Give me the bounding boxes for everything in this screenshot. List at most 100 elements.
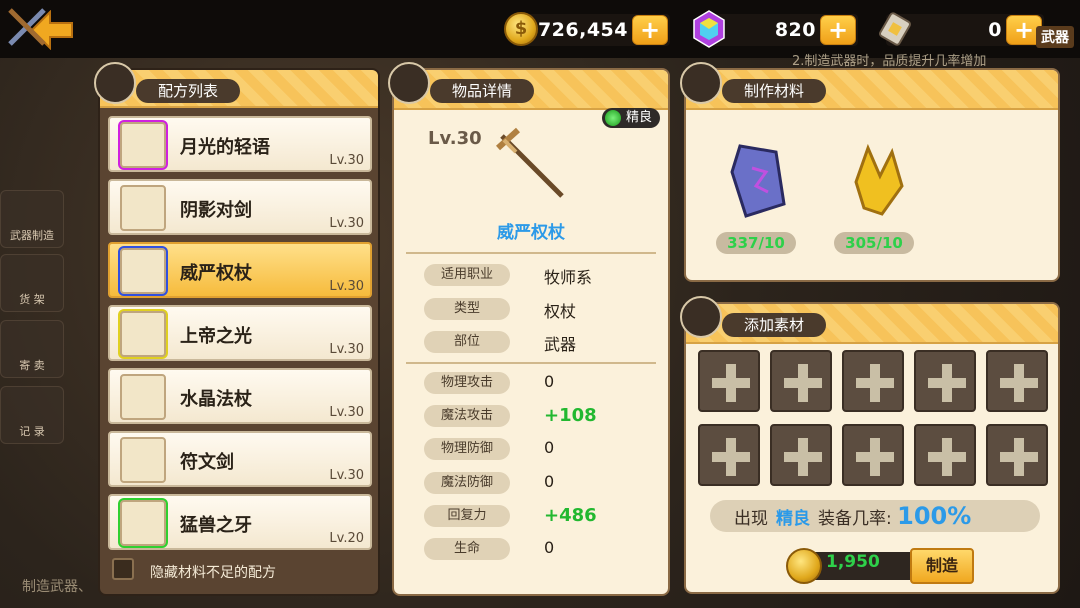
- stat-value: +108: [544, 405, 597, 426]
- stat-label: 魔法攻击: [424, 405, 510, 427]
- add-gem-button[interactable]: +: [820, 15, 856, 45]
- recipe-scroll-icon: [120, 185, 166, 231]
- add-slot[interactable]: [842, 424, 904, 486]
- recipe-level: Lv.30: [329, 279, 364, 294]
- panel-header: 制作材料: [680, 62, 1058, 110]
- quality-text: 精良: [625, 110, 652, 125]
- stat-value: +486: [544, 505, 597, 526]
- stat-label: 物理攻击: [424, 372, 510, 394]
- tab-consign[interactable]: 寄 卖: [0, 320, 64, 378]
- recipe-scroll-icon: [120, 248, 166, 294]
- recipe-name: 阴影对剑: [180, 200, 252, 221]
- add-slot[interactable]: [698, 424, 760, 486]
- scroll-ticket-icon: [879, 12, 911, 46]
- stat-value: 0: [544, 472, 555, 491]
- hide-insufficient-checkbox[interactable]: [112, 558, 134, 580]
- add-slot[interactable]: [770, 424, 832, 486]
- divider: [406, 362, 656, 364]
- recipe-scroll-icon: [120, 122, 166, 168]
- recipe-item-selected[interactable]: 威严权杖 Lv.30: [108, 242, 372, 298]
- add-slot[interactable]: [986, 350, 1048, 412]
- gold-crystal-icon[interactable]: [846, 142, 910, 222]
- stat-label: 生命: [424, 538, 510, 560]
- add-slot[interactable]: [698, 350, 760, 412]
- add-slot[interactable]: [770, 350, 832, 412]
- info-value: 武器: [544, 335, 577, 354]
- recipe-name: 上帝之光: [180, 326, 252, 347]
- recipe-name: 猛兽之牙: [180, 515, 252, 536]
- quality-rate-bar: 出现 精良 装备几率: 100%: [710, 500, 1040, 532]
- craft-button[interactable]: 制造: [910, 548, 974, 584]
- rate-mid: 装备几率:: [818, 509, 892, 529]
- recipe-item[interactable]: 符文剑 Lv.30: [108, 431, 372, 487]
- recipe-item[interactable]: 猛兽之牙 Lv.20: [108, 494, 372, 550]
- tab-label: 记 录: [19, 425, 45, 438]
- scroll-value: 0: [988, 19, 1002, 41]
- divider: [406, 252, 656, 254]
- quality-badge: 精良: [601, 108, 660, 128]
- gold-coin-icon: $: [504, 12, 538, 46]
- recipe-name: 威严权杖: [180, 263, 252, 284]
- potion-bag-icon: [388, 62, 430, 104]
- add-gold-button[interactable]: +: [632, 15, 668, 45]
- info-label: 类型: [424, 298, 510, 320]
- recipe-scroll-icon: [120, 437, 166, 483]
- tab-record[interactable]: 记 录: [0, 386, 64, 444]
- add-slot[interactable]: [914, 350, 976, 412]
- stat-value: 0: [544, 538, 555, 557]
- tab-label: 货 架: [19, 293, 45, 306]
- recipe-level: Lv.30: [329, 342, 364, 357]
- add-slot[interactable]: [914, 424, 976, 486]
- materials-panel: 制作材料 337/10 305/10: [680, 62, 1060, 282]
- rainbow-gem-icon: [693, 10, 725, 48]
- stat-value: 0: [544, 438, 555, 457]
- craft-price: 1,950: [826, 552, 880, 572]
- ore-icon: [680, 62, 722, 104]
- crossed-swords-icon: [8, 8, 46, 46]
- materials-panel-title: 制作材料: [722, 79, 827, 103]
- craft-row: 1,950 制造: [786, 548, 974, 586]
- recipe-list: 月光的轻语 Lv.30 阴影对剑 Lv.30 威严权杖 Lv.30 上帝之光 L…: [108, 116, 372, 557]
- recipe-item[interactable]: 月光的轻语 Lv.30: [108, 116, 372, 172]
- add-panel-title: 添加素材: [722, 313, 827, 337]
- material-count: 305/10: [834, 232, 914, 254]
- info-value: 权杖: [544, 302, 577, 321]
- stat-value: 0: [544, 372, 555, 391]
- tab-weapon-craft[interactable]: 武器制造: [0, 190, 64, 248]
- recipe-scroll-icon: [120, 500, 166, 546]
- recipe-item[interactable]: 阴影对剑 Lv.30: [108, 179, 372, 235]
- detail-panel-title: 物品详情: [430, 79, 535, 103]
- panel-header: 物品详情: [388, 62, 668, 110]
- panel-header: 配方列表: [94, 62, 378, 108]
- recipe-panel-title: 配方列表: [136, 79, 241, 103]
- recipe-scroll-icon: [120, 374, 166, 420]
- gold-value: 726,454: [537, 19, 628, 41]
- recipe-item[interactable]: 水晶法杖 Lv.30: [108, 368, 372, 424]
- stat-label: 物理防御: [424, 438, 510, 460]
- rune-stone-icon[interactable]: [726, 142, 790, 222]
- gem-counter: 820 +: [693, 10, 858, 48]
- recipe-level: Lv.30: [329, 405, 364, 420]
- tab-shelf[interactable]: 货 架: [0, 254, 64, 312]
- info-label: 适用职业: [424, 264, 510, 286]
- add-materials-panel: 添加素材 出现 精良 装备几率: 100% 1,950 制造: [680, 296, 1060, 594]
- recipe-item[interactable]: 上帝之光 Lv.30: [108, 305, 372, 361]
- recipe-level: Lv.30: [329, 216, 364, 231]
- hide-insufficient-label: 隐藏材料不足的配方: [150, 565, 276, 581]
- stat-label: 回复力: [424, 505, 510, 527]
- item-level: Lv.30: [428, 128, 482, 149]
- recipe-scroll-icon: [120, 311, 166, 357]
- add-slot[interactable]: [842, 350, 904, 412]
- rate-value: 100%: [897, 502, 972, 530]
- add-slot[interactable]: [986, 424, 1048, 486]
- tab-weapon-label: 武器: [1036, 26, 1074, 48]
- bottom-text: 制造武器、: [22, 579, 92, 595]
- marquee-text: 2.制造武器时，品质提升几率增加: [792, 54, 987, 69]
- material-count: 337/10: [716, 232, 796, 254]
- info-label: 部位: [424, 331, 510, 353]
- item-detail-panel: 物品详情 精良 Lv.30 威严权杖 适用职业 牧师系 类型 权杖 部位 武器 …: [388, 62, 670, 596]
- hammer-icon: [680, 296, 722, 338]
- tab-label: 武器制造: [10, 229, 54, 242]
- tab-label: 寄 卖: [19, 359, 45, 372]
- gold-counter: $ 726,454 +: [504, 12, 670, 46]
